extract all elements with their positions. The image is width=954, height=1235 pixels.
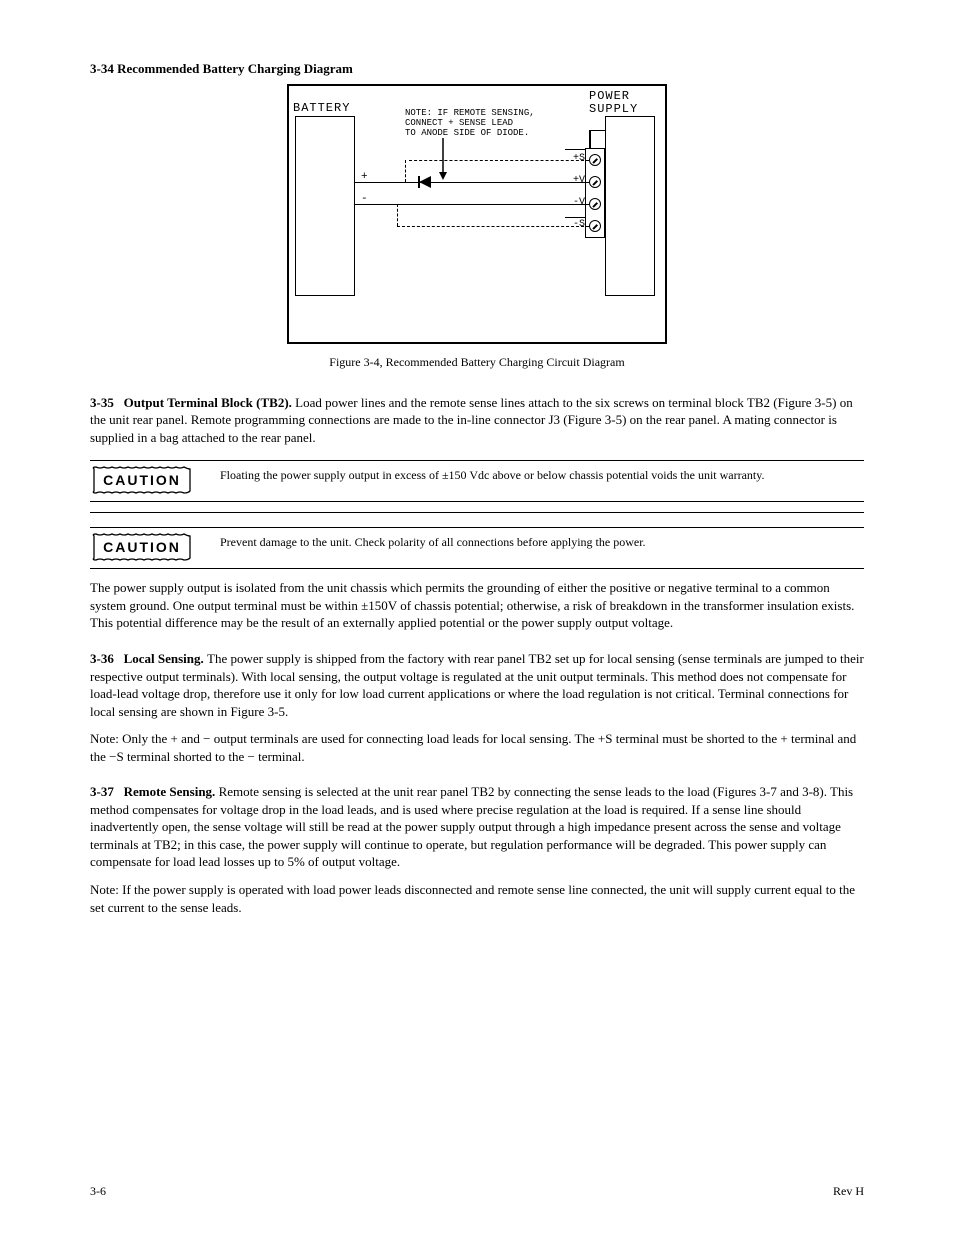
- wire-plus-sense: [409, 160, 589, 161]
- sec-336-note: Note: Only the + and − output terminals …: [90, 730, 864, 765]
- page-number: 3-6: [90, 1183, 106, 1199]
- sec-337-note: Note: If the power supply is operated wi…: [90, 881, 864, 916]
- sec-336-body: The power supply is shipped from the fac…: [90, 651, 864, 719]
- sec-335: 3-35 Output Terminal Block (TB2). Load p…: [90, 394, 864, 447]
- isolation-paragraph: The power supply output is isolated from…: [90, 579, 864, 632]
- figure-note: NOTE: IF REMOTE SENSING, CONNECT + SENSE…: [405, 108, 575, 139]
- caution-badge-2: CAUTION: [90, 532, 194, 562]
- term-minus-s-label: -S: [561, 218, 585, 232]
- wire-plus: [355, 182, 589, 184]
- wire-minus-sense: [397, 226, 589, 227]
- sec-337: 3-37 Remote Sensing. Remote sensing is s…: [90, 783, 864, 871]
- power-supply-block: [605, 116, 655, 296]
- power-label-2: SUPPLY: [589, 101, 638, 117]
- term-minus-v-label: -V: [561, 196, 585, 210]
- fig-title: 3-34 Recommended Battery Charging Diagra…: [90, 60, 864, 78]
- battery-label: BATTERY: [293, 100, 350, 116]
- battery-block: [295, 116, 355, 296]
- term-minus-v-icon: [589, 198, 601, 210]
- note-arrow-icon: [397, 136, 457, 180]
- batt-plus: +: [361, 170, 369, 185]
- caution-block-2: CAUTION Prevent damage to the unit. Chec…: [90, 527, 864, 569]
- rev-label: Rev H: [833, 1183, 864, 1199]
- term-plus-s-icon: [589, 154, 601, 166]
- sec-336: 3-36 Local Sensing. The power supply is …: [90, 650, 864, 720]
- wire-minus: [355, 204, 589, 206]
- caution-text-2: Prevent damage to the unit. Check polari…: [220, 532, 864, 550]
- caution-block-1: CAUTION Floating the power supply output…: [90, 460, 864, 502]
- page-footer: 3-6 Rev H: [90, 1183, 864, 1199]
- figure-caption: Figure 3-4, Recommended Battery Charging…: [90, 354, 864, 370]
- term-minus-s-icon: [589, 220, 601, 232]
- term-plus-v-label: +V: [561, 174, 585, 188]
- caution-badge-1: CAUTION: [90, 465, 194, 495]
- term-plus-v-icon: [589, 176, 601, 188]
- caution-text-1: Floating the power supply output in exce…: [220, 465, 864, 483]
- batt-minus: -: [361, 192, 369, 207]
- term-plus-s-label: +S: [561, 152, 585, 166]
- figure-battery-charging: BATTERY POWER SUPPLY +S +V -V -S + - NOT…: [287, 84, 667, 344]
